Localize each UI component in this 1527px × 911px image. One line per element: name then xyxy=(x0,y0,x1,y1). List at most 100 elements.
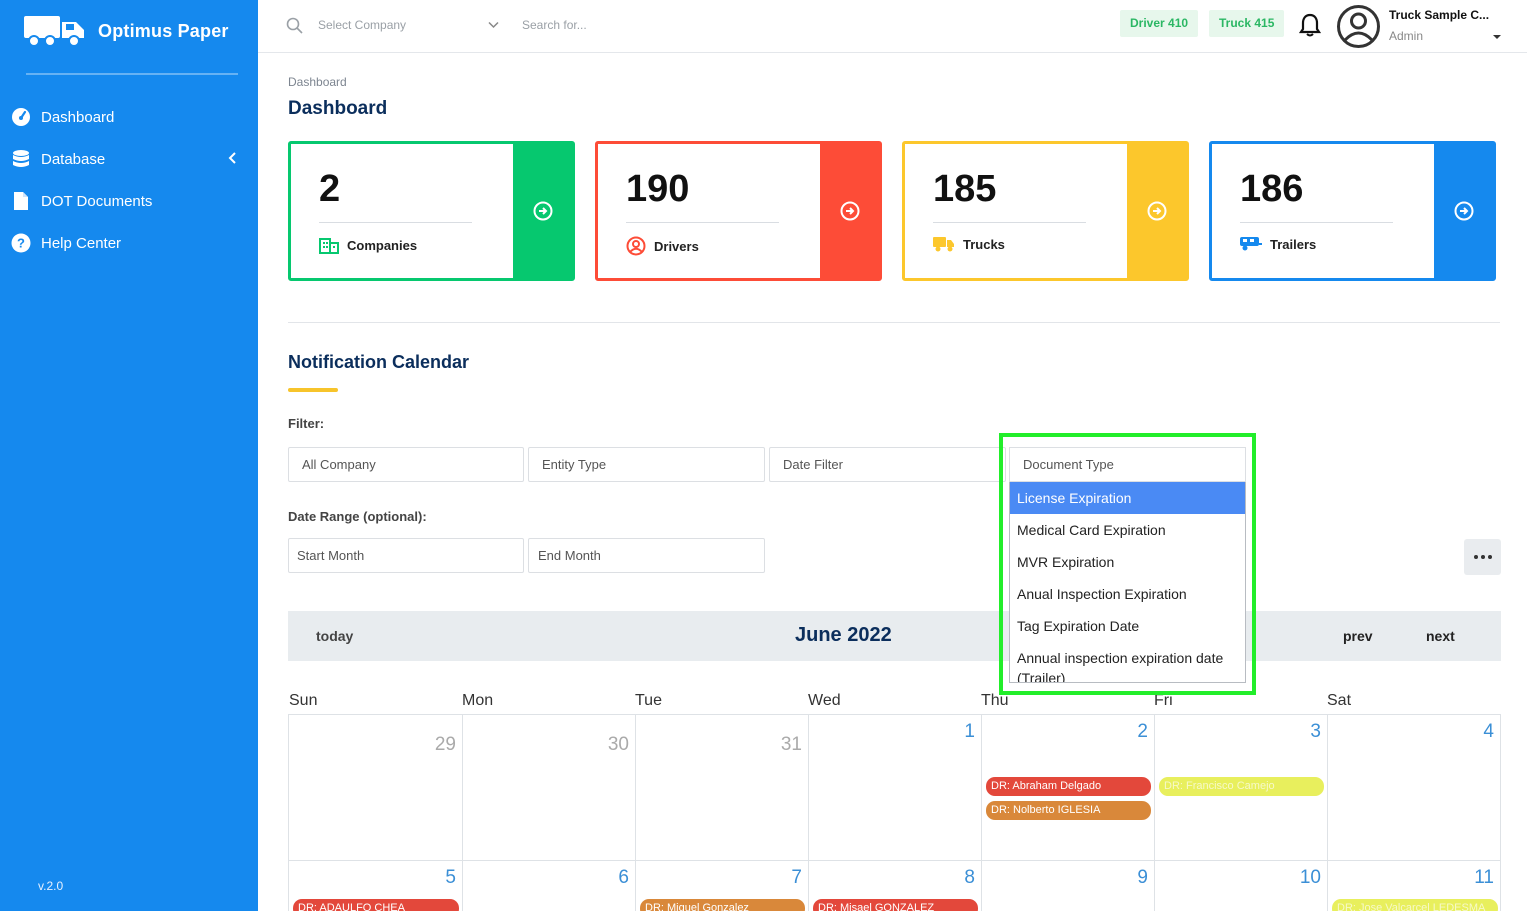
calendar-day-cell[interactable]: 9 xyxy=(981,861,1154,911)
calendar-day-cell[interactable]: 1 xyxy=(808,715,981,861)
date-filter-select[interactable]: Date Filter xyxy=(769,447,1006,482)
calendar-event[interactable]: DR: Jose Valcarcel LEDESMA xyxy=(1332,899,1498,911)
company-filter-select[interactable]: All Company xyxy=(288,447,524,482)
end-month-input[interactable]: End Month xyxy=(528,538,765,573)
calendar-toolbar: today June 2022 prev next xyxy=(288,611,1501,661)
chevron-down-icon[interactable] xyxy=(488,21,499,29)
chevron-left-icon[interactable] xyxy=(228,151,238,165)
day-number: 10 xyxy=(1299,867,1321,888)
dow-header: Tue xyxy=(635,692,662,709)
bell-icon[interactable] xyxy=(1299,12,1321,38)
calendar-day-cell[interactable]: 30 xyxy=(462,715,635,861)
trailers-count: 186 xyxy=(1240,168,1304,210)
calendar-event[interactable]: DR: Miguel Gonzalez xyxy=(640,899,805,911)
calendar-event[interactable]: DR: Nolberto IGLESIA xyxy=(986,801,1151,820)
drivers-side-panel[interactable] xyxy=(820,144,879,278)
trailers-card[interactable]: 186 Trailers xyxy=(1209,141,1496,281)
sidebar-item-label: Database xyxy=(41,150,106,168)
prev-button[interactable]: prev xyxy=(1343,628,1373,644)
document-type-option[interactable]: Tag Expiration Date xyxy=(1010,610,1245,642)
document-type-select[interactable]: Document Type xyxy=(1009,447,1246,482)
today-button[interactable]: today xyxy=(316,628,353,644)
filter-label: Filter: xyxy=(288,416,325,431)
day-number: 5 xyxy=(445,867,456,888)
breadcrumb[interactable]: Dashboard xyxy=(288,75,347,89)
search-input[interactable]: Search for... xyxy=(522,18,587,32)
truck-count-badge[interactable]: Truck 415 xyxy=(1209,10,1285,37)
arrow-circle-icon[interactable] xyxy=(1454,201,1474,221)
card-divider xyxy=(933,222,1086,223)
dow-header: Sat xyxy=(1327,692,1352,709)
trucks-card[interactable]: 185 Trucks xyxy=(902,141,1189,281)
company-select[interactable]: Select Company xyxy=(318,18,406,32)
document-type-options[interactable]: License Expiration Medical Card Expirati… xyxy=(1009,482,1246,683)
version-label: v.2.0 xyxy=(38,879,64,893)
trucks-label: Trucks xyxy=(963,236,1005,252)
trucks-side-panel[interactable] xyxy=(1127,144,1186,278)
companies-card[interactable]: 2 Companies xyxy=(288,141,575,281)
calendar-day-cell[interactable]: 2 DR: Abraham Delgado DR: Nolberto IGLES… xyxy=(981,715,1154,861)
top-header: Select Company Search for... Driver 410 … xyxy=(258,0,1527,53)
sidebar-item-label: DOT Documents xyxy=(41,192,153,210)
user-role: Admin xyxy=(1389,29,1424,43)
companies-label: Companies xyxy=(347,237,418,253)
next-button[interactable]: next xyxy=(1426,628,1455,644)
calendar-event[interactable]: DR: Francisco Camejo xyxy=(1159,777,1324,796)
card-label-row: Trailers xyxy=(1240,236,1316,252)
more-options-button[interactable] xyxy=(1464,539,1501,575)
title-underline xyxy=(288,388,338,392)
user-name[interactable]: Truck Sample C... xyxy=(1389,8,1489,22)
calendar-day-cell[interactable]: 10 xyxy=(1154,861,1327,911)
document-type-option-continued[interactable]: (Trailer) xyxy=(1010,668,1245,682)
day-number: 8 xyxy=(964,867,975,888)
calendar-day-cell[interactable]: 6 xyxy=(462,861,635,911)
document-type-option[interactable]: Annual inspection expiration date xyxy=(1010,648,1245,668)
day-number: 31 xyxy=(780,734,802,755)
sidebar-item-database[interactable]: Database xyxy=(0,138,258,180)
card-label-row: Trucks xyxy=(933,236,1005,252)
start-month-input[interactable]: Start Month xyxy=(288,538,524,573)
truck-icon xyxy=(933,237,954,252)
drivers-card[interactable]: 190 Drivers xyxy=(595,141,882,281)
calendar-event[interactable]: DR: ADAULFO CHEA xyxy=(293,899,459,911)
document-type-option[interactable]: Anual Inspection Expiration xyxy=(1010,578,1245,610)
calendar-day-cell[interactable]: 11 DR: Jose Valcarcel LEDESMA xyxy=(1327,861,1501,911)
logo-divider xyxy=(26,73,238,75)
calendar-day-cell[interactable]: 29 xyxy=(288,715,462,861)
driver-count-badge[interactable]: Driver 410 xyxy=(1120,10,1199,37)
more-dots-icon xyxy=(1473,555,1492,559)
logo[interactable]: Optimus Paper xyxy=(22,14,229,48)
document-type-option[interactable]: Medical Card Expiration xyxy=(1010,514,1245,546)
calendar-day-cell[interactable]: 5 DR: ADAULFO CHEA xyxy=(288,861,462,911)
companies-count: 2 xyxy=(319,168,341,210)
caret-down-icon[interactable] xyxy=(1492,34,1502,40)
calendar-event[interactable]: DR: Misael GONZALEZ xyxy=(813,899,978,911)
entity-type-select[interactable]: Entity Type xyxy=(528,447,765,482)
sidebar-item-dot-documents[interactable]: DOT Documents xyxy=(0,180,258,222)
help-icon: ? xyxy=(10,232,32,254)
logo-text: Optimus Paper xyxy=(98,20,229,41)
arrow-circle-icon[interactable] xyxy=(840,201,860,221)
calendar-day-cell[interactable]: 3 DR: Francisco Camejo xyxy=(1154,715,1327,861)
document-type-option[interactable]: MVR Expiration xyxy=(1010,546,1245,578)
day-number: 30 xyxy=(607,734,629,755)
dow-header: Wed xyxy=(808,692,841,709)
calendar-day-cell[interactable]: 31 xyxy=(635,715,808,861)
document-type-option[interactable]: License Expiration xyxy=(1010,482,1245,514)
sidebar-item-dashboard[interactable]: Dashboard xyxy=(0,96,258,138)
drivers-label: Drivers xyxy=(654,238,699,254)
calendar-event[interactable]: DR: Abraham Delgado xyxy=(986,777,1151,796)
companies-side-panel[interactable] xyxy=(513,144,572,278)
day-number: 3 xyxy=(1310,721,1321,742)
arrow-circle-icon[interactable] xyxy=(1147,201,1167,221)
trailers-side-panel[interactable] xyxy=(1434,144,1493,278)
calendar-day-cell[interactable]: 4 xyxy=(1327,715,1501,861)
day-number: 7 xyxy=(791,867,802,888)
sidebar-item-help-center[interactable]: ? Help Center xyxy=(0,222,258,264)
calendar-day-cell[interactable]: 8 DR: Misael GONZALEZ xyxy=(808,861,981,911)
avatar[interactable] xyxy=(1336,4,1381,49)
calendar-day-cell[interactable]: 7 DR: Miguel Gonzalez xyxy=(635,861,808,911)
card-divider xyxy=(319,222,472,223)
database-icon xyxy=(10,148,32,170)
arrow-circle-icon[interactable] xyxy=(533,201,553,221)
